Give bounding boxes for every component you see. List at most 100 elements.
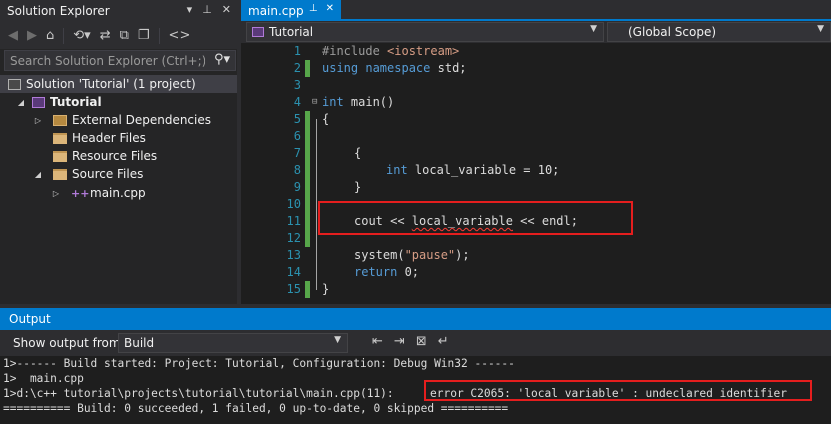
output-line: 1>d:\c++ tutorial\projects\tutorial\tuto… <box>3 387 394 400</box>
solution-search-box[interactable]: ⚲▾ <box>4 50 236 71</box>
tree-item-project[interactable]: ◢ Tutorial <box>0 93 237 111</box>
code-text: int local_variable = 10; <box>386 162 559 179</box>
scope-dropdown[interactable]: (Global Scope) ▼ <box>607 22 831 42</box>
include-header: <iostream> <box>387 44 460 58</box>
change-marker <box>305 60 310 77</box>
code-line: 1 #include <iostream> <box>241 43 831 60</box>
error-highlight-box <box>424 380 812 401</box>
line-number: 12 <box>286 231 301 245</box>
output-line: 1> main.cpp <box>3 372 84 385</box>
line-number: 11 <box>286 214 301 228</box>
code-line: 7 { <box>241 145 831 162</box>
code-line: 6 <box>241 128 831 145</box>
collapse-block-icon[interactable]: ⊟ <box>312 94 321 111</box>
line-number: 10 <box>286 197 301 211</box>
clear-all-icon[interactable]: ⊠ <box>416 334 427 349</box>
history-icon[interactable]: ⟲▾ <box>73 28 90 43</box>
toolbar-separator <box>158 27 160 44</box>
code-text: } <box>354 180 362 194</box>
document-tab-strip: main.cpp ⊥ ✕ <box>241 0 831 21</box>
line-number: 7 <box>293 146 301 160</box>
tree-item-label: Solution 'Tutorial' (1 project) <box>26 77 196 91</box>
folder-icon <box>53 150 67 162</box>
output-source-value: Build <box>124 336 155 350</box>
line-number: 3 <box>293 78 301 92</box>
code-editor-panel: main.cpp ⊥ ✕ Tutorial ▼ (Global Scope) ▼… <box>241 0 831 304</box>
project-dropdown[interactable]: Tutorial ▼ <box>246 22 604 42</box>
solution-search-input[interactable] <box>10 53 205 68</box>
output-panel: Output Show output from: Build ▼ ⇤ ⇥ ⊠ ↵… <box>0 308 831 424</box>
code-token: local_variable = 10; <box>407 163 560 177</box>
tree-item-resource-files[interactable]: Resource Files <box>0 147 237 165</box>
pin-icon[interactable]: ⊥ <box>202 3 212 16</box>
solution-explorer-toolbar: ◀ ▶ ⌂ ⟲▾ ⇄ ⧉ ❐ <> <box>0 22 237 49</box>
line-number: 8 <box>293 163 301 177</box>
line-number: 1 <box>293 44 301 58</box>
forward-icon[interactable]: ▶ <box>27 28 37 43</box>
line-number: 13 <box>286 248 301 262</box>
close-icon[interactable]: ✕ <box>222 3 231 16</box>
tree-item-source-files[interactable]: ◢ Source Files <box>0 165 237 183</box>
code-token: main() <box>343 95 395 109</box>
change-marker <box>305 111 310 128</box>
code-line: 14 return 0; <box>241 264 831 281</box>
code-text: #include <iostream> <box>322 43 459 60</box>
solution-icon <box>8 78 21 90</box>
show-all-files-icon[interactable]: ❐ <box>138 28 150 43</box>
pin-icon[interactable]: ⊥ <box>309 3 318 14</box>
code-view-icon[interactable]: <> <box>169 28 191 43</box>
chevron-down-icon: ▼ <box>817 24 824 34</box>
line-number: 14 <box>286 265 301 279</box>
preprocessor-directive: #include <box>322 44 380 58</box>
collapsed-arrow-icon[interactable]: ▷ <box>33 116 43 125</box>
toolbar-separator <box>63 27 65 44</box>
keyword: int <box>322 95 344 109</box>
solution-explorer-panel: Solution Explorer ▾ ⊥ ✕ ◀ ▶ ⌂ ⟲▾ ⇄ ⧉ ❐ <… <box>0 0 237 304</box>
code-line: 13 system("pause"); <box>241 247 831 264</box>
change-marker <box>305 145 310 162</box>
collapsed-arrow-icon[interactable]: ▷ <box>51 189 61 198</box>
tree-item-label: main.cpp <box>90 186 146 200</box>
output-toolbar: Show output from: Build ▼ ⇤ ⇥ ⊠ ↵ <box>0 330 831 356</box>
code-text: } <box>322 282 330 296</box>
change-marker <box>305 196 310 213</box>
tree-item-solution[interactable]: Solution 'Tutorial' (1 project) <box>0 75 237 93</box>
tree-item-header-files[interactable]: Header Files <box>0 129 237 147</box>
tab-main-cpp[interactable]: main.cpp ⊥ ✕ <box>241 0 341 21</box>
home-icon[interactable]: ⌂ <box>46 28 54 43</box>
line-number: 5 <box>293 112 301 126</box>
code-line: 2 using namespace std; <box>241 60 831 77</box>
keyword: return <box>354 265 398 279</box>
tree-item-external-dependencies[interactable]: ▷ External Dependencies <box>0 111 237 129</box>
change-marker <box>305 162 310 179</box>
expanded-arrow-icon[interactable]: ◢ <box>16 98 26 107</box>
navigation-bar: Tutorial ▼ (Global Scope) ▼ <box>241 21 831 43</box>
tree-item-label: Source Files <box>72 167 144 181</box>
close-icon[interactable]: ✕ <box>326 3 334 14</box>
output-source-dropdown[interactable]: Build ▼ <box>118 333 348 353</box>
change-marker <box>305 213 310 230</box>
tree-item-main-cpp[interactable]: ▷ ++ main.cpp <box>0 184 237 202</box>
code-token: ); <box>455 248 470 262</box>
code-line: 15 } <box>241 281 831 298</box>
string-literal: "pause" <box>404 248 456 262</box>
line-number: 15 <box>286 282 301 296</box>
code-area[interactable]: 1 #include <iostream> 2 using namespace … <box>241 43 831 304</box>
word-wrap-icon[interactable]: ↵ <box>438 334 449 349</box>
line-number: 2 <box>293 61 301 75</box>
line-number: 9 <box>293 180 301 194</box>
back-icon[interactable]: ◀ <box>8 28 18 43</box>
next-message-icon[interactable]: ⇥ <box>394 334 405 349</box>
sync-icon[interactable]: ⇄ <box>100 28 111 43</box>
collapse-all-icon[interactable]: ⧉ <box>120 28 129 43</box>
code-line: 3 <box>241 77 831 94</box>
solution-explorer-title-bar: Solution Explorer ▾ ⊥ ✕ <box>0 0 237 22</box>
code-text: return 0; <box>354 264 419 281</box>
output-line: 1>------ Build started: Project: Tutoria… <box>3 357 515 370</box>
window-position-dropdown-icon[interactable]: ▾ <box>187 3 193 16</box>
chevron-down-icon: ▼ <box>334 335 341 345</box>
previous-message-icon[interactable]: ⇤ <box>372 334 383 349</box>
cpp-project-icon <box>252 27 264 37</box>
expanded-arrow-icon[interactable]: ◢ <box>33 170 43 179</box>
search-icon[interactable]: ⚲▾ <box>214 52 230 67</box>
